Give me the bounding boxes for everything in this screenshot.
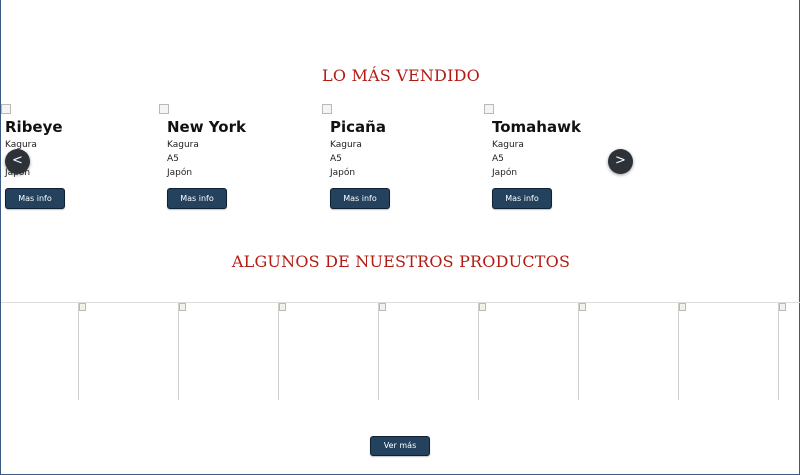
more-info-button[interactable]: Mas info (330, 188, 390, 209)
broken-image-icon (79, 303, 86, 311)
broken-image-icon (322, 104, 332, 114)
card-grade: A5 (330, 154, 342, 164)
products-gallery (1, 302, 800, 400)
carousel-next-button[interactable]: > (608, 149, 633, 174)
broken-image-icon (479, 303, 486, 311)
broken-image-icon (379, 303, 386, 311)
product-thumbnail[interactable] (178, 303, 186, 400)
best-sellers-title: LO MÁS VENDIDO (322, 66, 480, 85)
broken-image-icon (779, 303, 786, 311)
card-name: Tomahawk (492, 118, 581, 136)
product-thumbnail[interactable] (378, 303, 386, 400)
card-brand: Kagura (167, 140, 199, 150)
card-brand: Kagura (492, 140, 524, 150)
broken-image-icon (484, 104, 494, 114)
card-origin: Japón (492, 168, 518, 178)
more-info-button[interactable]: Mas info (5, 188, 65, 209)
see-more-button[interactable]: Ver más (370, 436, 430, 456)
card-name: New York (167, 118, 246, 136)
broken-image-icon (279, 303, 286, 311)
products-title: ALGUNOS DE NUESTROS PRODUCTOS (231, 252, 571, 271)
broken-image-icon (159, 104, 169, 114)
product-thumbnail[interactable] (78, 303, 86, 400)
card-brand: Kagura (330, 140, 362, 150)
more-info-button[interactable]: Mas info (167, 188, 227, 209)
product-thumbnail[interactable] (678, 303, 686, 400)
card-grade: A5 (167, 154, 179, 164)
card-origin: Japón (330, 168, 356, 178)
product-card-new-york: New York Kagura A5 Japón Mas info (159, 104, 299, 218)
broken-image-icon (1, 104, 11, 114)
product-thumbnail[interactable] (778, 303, 786, 400)
carousel-prev-button[interactable]: < (5, 149, 30, 174)
card-name: Picaña (330, 118, 386, 136)
product-card-picana: Picaña Kagura A5 Japón Mas info (322, 104, 462, 218)
broken-image-icon (579, 303, 586, 311)
card-grade: A5 (492, 154, 504, 164)
more-info-button[interactable]: Mas info (492, 188, 552, 209)
product-card-tomahawk: Tomahawk Kagura A5 Japón Mas info (484, 104, 624, 218)
product-thumbnail[interactable] (278, 303, 286, 400)
card-origin: Japón (167, 168, 193, 178)
product-thumbnail[interactable] (578, 303, 586, 400)
broken-image-icon (679, 303, 686, 311)
card-name: Ribeye (5, 118, 63, 136)
broken-image-icon (179, 303, 186, 311)
product-thumbnail[interactable] (478, 303, 486, 400)
